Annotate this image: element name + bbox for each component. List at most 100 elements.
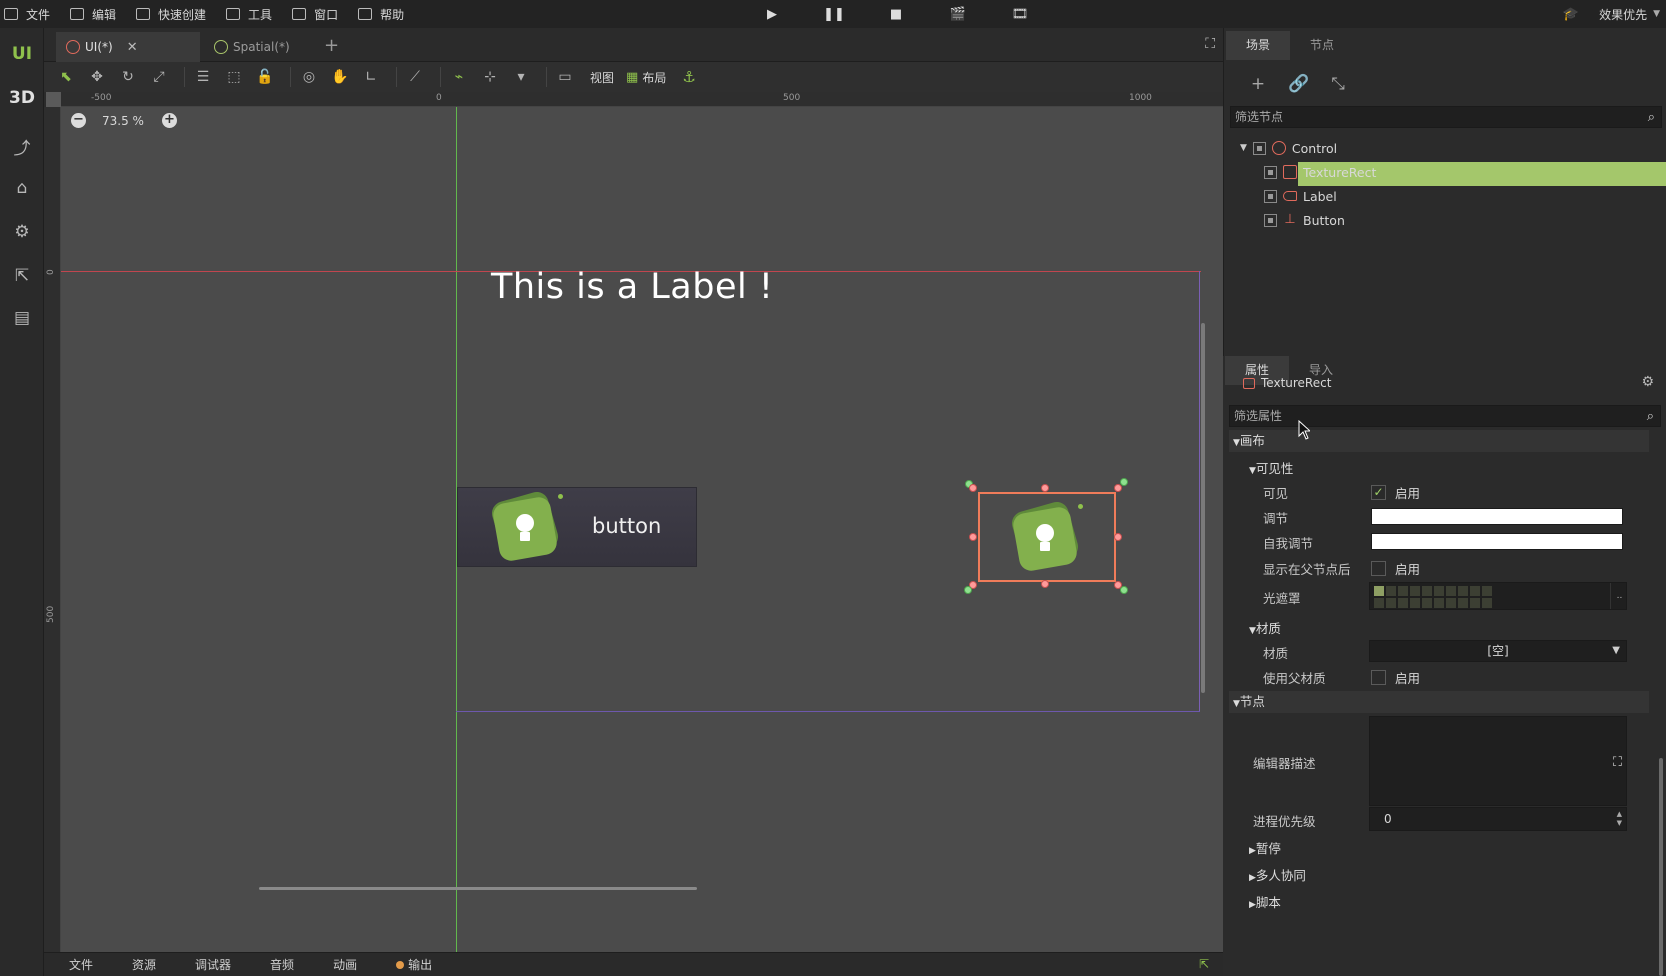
bottom-tab-animation[interactable]: 动画 — [333, 956, 357, 973]
fullscreen-icon[interactable]: ⛶ — [1205, 36, 1215, 52]
3d-mode-button[interactable]: 3D — [0, 88, 44, 108]
pause-icon[interactable]: ❚❚ — [822, 4, 846, 24]
group-visibility[interactable]: ▼可见性 — [1249, 458, 1293, 477]
object-settings-icon[interactable]: ⚙ — [1641, 374, 1654, 390]
grid-snap-icon[interactable]: ⊹ — [478, 66, 502, 88]
use-parent-material-checkbox[interactable]: 启用 — [1371, 668, 1420, 687]
play-icon[interactable]: ▶ — [760, 4, 784, 24]
visibility-toggle[interactable] — [1264, 189, 1277, 203]
render-mode-select[interactable]: 效果优先 — [1599, 6, 1647, 23]
resize-handle[interactable] — [1114, 533, 1122, 541]
canvas-horizontal-scrollbar[interactable] — [259, 887, 697, 890]
group-pause[interactable]: ▶暂停 — [1249, 838, 1281, 857]
select-tool-icon[interactable]: ⬉ — [54, 66, 78, 88]
instance-scene-icon[interactable]: ⤡ — [1328, 74, 1348, 94]
self-modulate-color-picker[interactable] — [1371, 533, 1623, 550]
texture-rect-selection[interactable] — [978, 492, 1116, 582]
visibility-toggle[interactable] — [1264, 213, 1277, 227]
move-tool-icon[interactable]: ✥ — [85, 66, 109, 88]
snap-options-chevron-icon[interactable]: ▾ — [509, 66, 533, 88]
expand-panel-icon[interactable]: ⇱ — [1199, 957, 1209, 971]
settings-panel-icon[interactable]: ⚙ — [0, 222, 44, 242]
visibility-toggle[interactable] — [1264, 165, 1277, 179]
bottom-tab-assets[interactable]: 资源 — [132, 956, 156, 973]
tree-node-control[interactable]: ▼ Control — [1240, 136, 1337, 160]
resize-handle[interactable] — [969, 533, 977, 541]
bottom-tab-audio[interactable]: 音频 — [270, 956, 294, 973]
tree-node-button[interactable]: ⊥ Button — [1264, 208, 1345, 232]
zoom-out-icon[interactable]: − — [71, 113, 86, 128]
scene-filter-input[interactable]: 筛选节点 ⌕ — [1230, 106, 1662, 128]
clipboard-icon[interactable]: ▤ — [0, 308, 44, 328]
section-canvas[interactable]: ▼画布 — [1229, 430, 1649, 452]
bone-icon[interactable]: ⟋ — [403, 66, 427, 88]
show-behind-parent-checkbox[interactable]: 启用 — [1371, 559, 1420, 578]
ruler-icon[interactable]: ∟ — [359, 66, 383, 88]
section-node[interactable]: ▼节点 — [1229, 691, 1649, 713]
light-mask-layer[interactable] — [1374, 586, 1384, 596]
camera-icon[interactable]: ▭ — [553, 66, 577, 88]
menu-file[interactable]: 文件 — [0, 0, 66, 28]
add-tab-icon[interactable]: + — [324, 35, 339, 56]
spin-arrows-icon[interactable]: ▲ ▼ — [1617, 810, 1622, 828]
zoom-level[interactable]: 73.5 % — [102, 114, 144, 128]
menu-window[interactable]: 窗口 — [288, 0, 354, 28]
group-multiplayer[interactable]: ▶多人协同 — [1249, 865, 1306, 884]
light-mask-layers[interactable]: .. — [1369, 582, 1627, 610]
ui-mode-button[interactable]: UI — [0, 44, 44, 64]
resize-handle[interactable] — [969, 484, 977, 492]
graduation-cap-icon[interactable]: 🎓 — [1563, 7, 1579, 22]
resize-handle[interactable] — [964, 586, 972, 594]
property-filter-input[interactable]: 筛选属性 ⌕ — [1229, 405, 1661, 427]
rotate-tool-icon[interactable]: ↻ — [116, 66, 140, 88]
process-priority-spinbox[interactable]: 0 ▲ ▼ — [1369, 807, 1627, 831]
group-material[interactable]: ▼材质 — [1249, 618, 1281, 637]
chevron-down-icon[interactable]: ▼ — [1653, 9, 1660, 19]
canvas-vertical-scrollbar[interactable] — [1201, 323, 1205, 693]
ui-canvas[interactable]: − 73.5 % + This is a Label ! button — [61, 107, 1223, 952]
add-node-icon[interactable]: + — [1248, 74, 1268, 94]
menu-quick-create[interactable]: 快速创建 — [132, 0, 222, 28]
editor-description-textarea[interactable]: ⛶ — [1369, 716, 1627, 806]
pan-hand-icon[interactable]: ✋ — [328, 66, 352, 88]
resize-handle[interactable] — [1041, 484, 1049, 492]
tree-node-texturerect[interactable]: TextureRect — [1264, 160, 1376, 184]
zoom-in-icon[interactable]: + — [161, 113, 177, 128]
close-icon[interactable]: ✕ — [127, 40, 138, 55]
group-script[interactable]: ▶脚本 — [1249, 892, 1281, 911]
play-scene-icon[interactable]: 🎬 — [946, 4, 970, 24]
scale-tool-icon[interactable]: ⤢ — [147, 66, 171, 88]
menu-help[interactable]: 帮助 — [354, 0, 420, 28]
tree-node-label[interactable]: Label — [1264, 184, 1337, 208]
visibility-toggle[interactable] — [1252, 141, 1266, 155]
play-custom-scene-icon[interactable]: 🎞 — [1008, 4, 1032, 24]
canvas-button-node[interactable]: button — [457, 487, 697, 567]
collapse-arrow-icon[interactable]: ▼ — [1240, 143, 1247, 153]
resize-handle[interactable] — [1120, 586, 1128, 594]
smart-snap-icon[interactable]: ⌁ — [447, 66, 471, 88]
resize-handle[interactable] — [1041, 580, 1049, 588]
menu-tools[interactable]: 工具 — [222, 0, 288, 28]
modulate-color-picker[interactable] — [1371, 508, 1623, 525]
more-options-icon[interactable]: .. — [1610, 583, 1628, 609]
lock-icon[interactable]: 🔓 — [253, 66, 277, 88]
resize-handle[interactable] — [1120, 478, 1128, 486]
asset-store-icon[interactable]: ⌂ — [0, 178, 44, 198]
layout-menu[interactable]: ▦ 布局 — [626, 69, 666, 86]
inspector-scrollbar[interactable] — [1659, 758, 1663, 976]
canvas-label-node[interactable]: This is a Label ! — [491, 267, 773, 307]
select-box-icon[interactable]: ⬚ — [222, 66, 246, 88]
expand-editor-icon[interactable]: ⛶ — [1613, 755, 1622, 770]
tab-node[interactable]: 节点 — [1290, 31, 1354, 60]
material-select[interactable]: [空] ▼ — [1369, 640, 1627, 662]
menu-edit[interactable]: 编辑 — [66, 0, 132, 28]
export-icon[interactable]: ⇱ — [0, 266, 44, 286]
list-select-icon[interactable]: ☰ — [191, 66, 215, 88]
tab-scene[interactable]: 场景 — [1226, 31, 1290, 60]
tab-spatial[interactable]: Spatial(*) — [204, 32, 324, 62]
bottom-tab-filesystem[interactable]: 文件 — [69, 956, 93, 973]
view-menu[interactable]: 视图 — [590, 69, 614, 86]
link-icon[interactable]: 🔗 — [1288, 74, 1309, 94]
prop-visible-checkbox[interactable]: ✓ 启用 — [1371, 483, 1420, 502]
bottom-tab-debugger[interactable]: 调试器 — [195, 956, 231, 973]
